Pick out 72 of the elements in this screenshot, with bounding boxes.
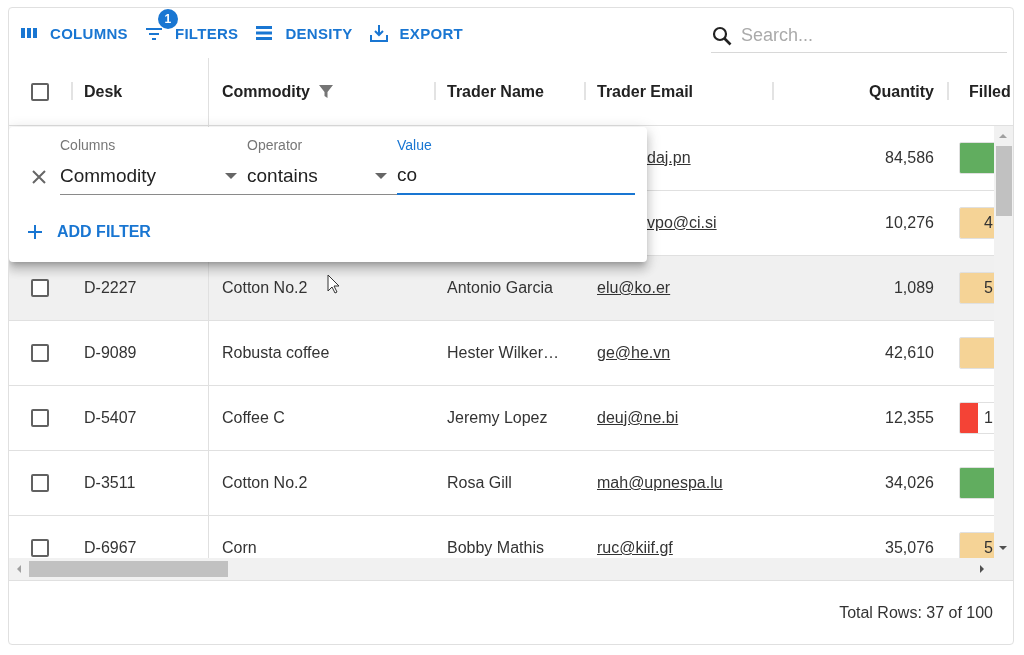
email-link[interactable]: deuj@ne.bi <box>597 409 679 427</box>
add-filter-button[interactable]: ADD FILTER <box>23 219 155 245</box>
search-field[interactable]: Search... <box>711 21 1007 53</box>
trader-name: Hester Wilker… <box>447 344 559 362</box>
email-link[interactable]: mah@upnespa.lu <box>597 474 723 492</box>
checkbox[interactable] <box>31 279 49 297</box>
quantity-value: 1,089 <box>893 279 934 297</box>
scrollbar-thumb[interactable] <box>29 561 228 577</box>
operator-select[interactable]: contains <box>247 161 397 195</box>
commodity-name: Corn <box>222 539 257 557</box>
trader-name: Jeremy Lopez <box>447 409 548 427</box>
plus-icon <box>27 224 43 240</box>
progress-value: 4 <box>984 214 993 232</box>
caret-icon <box>225 173 237 179</box>
checkbox[interactable] <box>31 474 49 492</box>
select-all-checkbox[interactable] <box>31 82 49 101</box>
email-link[interactable]: ge@he.vn <box>597 344 671 362</box>
quantity-value: 42,610 <box>885 344 934 362</box>
desk-code: D-6967 <box>84 539 137 557</box>
email-link[interactable]: vpo@ci.si <box>647 214 717 232</box>
field-label: Columns <box>60 137 117 155</box>
column-header[interactable]: Filled <box>969 82 1011 101</box>
desk-code: D-3511 <box>84 474 136 492</box>
desk-code: D-2227 <box>84 279 137 297</box>
filter-icon[interactable] <box>318 83 334 100</box>
count-badge: 1 <box>157 9 178 29</box>
toolbar-button[interactable]: DENSITY <box>252 19 355 47</box>
desk-code: D-9089 <box>84 344 137 362</box>
column-header[interactable]: Desk <box>84 82 123 101</box>
email-link[interactable]: ruc@kiif.gf <box>597 539 673 557</box>
trader-name: Rosa Gill <box>447 474 512 492</box>
commodity-name: Robusta coffee <box>222 344 330 362</box>
cursor-icon <box>327 274 340 294</box>
scroll-down-icon[interactable] <box>999 544 1007 552</box>
search-icon <box>711 25 733 47</box>
caret-icon <box>375 173 387 179</box>
desk-code: D-5407 <box>84 409 137 427</box>
commodity-name: Cotton No.2 <box>222 279 308 297</box>
commodity-name: Coffee C <box>222 409 285 427</box>
trader-name: Bobby Mathis <box>447 539 544 557</box>
horizontal-scrollbar[interactable] <box>9 558 994 580</box>
trader-name: Antonio Garcia <box>447 279 553 297</box>
progress-value: 1 <box>984 409 993 427</box>
vertical-scrollbar[interactable] <box>994 126 1013 558</box>
column-header[interactable]: Trader Name <box>447 82 544 101</box>
field-label: Operator <box>247 137 304 155</box>
email-link[interactable]: elu@ko.er <box>597 279 671 297</box>
toolbar-button[interactable]: COLUMNS <box>17 19 130 47</box>
checkbox[interactable] <box>31 539 49 557</box>
checkbox[interactable] <box>31 344 49 362</box>
field-label: Value <box>397 137 433 155</box>
quantity-value: 10,276 <box>885 214 934 232</box>
quantity-value: 35,076 <box>885 539 934 557</box>
quantity-value: 34,026 <box>885 474 934 492</box>
column-header[interactable]: Quantity <box>869 82 934 101</box>
email-link[interactable]: daj.pn <box>647 149 691 167</box>
row-count: Total Rows: 37 of 100 <box>839 603 993 622</box>
progress-value: 5 <box>984 279 993 297</box>
value-field[interactable]: co <box>397 161 635 195</box>
column-select[interactable]: Commodity <box>60 161 247 195</box>
progress-value: 5 <box>984 539 993 557</box>
download-icon <box>368 23 389 43</box>
scroll-right-icon[interactable] <box>978 565 986 573</box>
quantity-value: 84,586 <box>885 149 934 167</box>
commodity-name: Cotton No.2 <box>222 474 308 492</box>
column-header[interactable]: Commodity <box>222 82 310 101</box>
column-header[interactable]: Trader Email <box>597 82 694 101</box>
density-icon <box>254 23 275 43</box>
toolbar-button[interactable]: EXPORT <box>366 19 466 47</box>
quantity-value: 12,355 <box>885 409 934 427</box>
checkbox[interactable] <box>31 409 49 427</box>
scrollbar-thumb[interactable] <box>996 146 1012 216</box>
